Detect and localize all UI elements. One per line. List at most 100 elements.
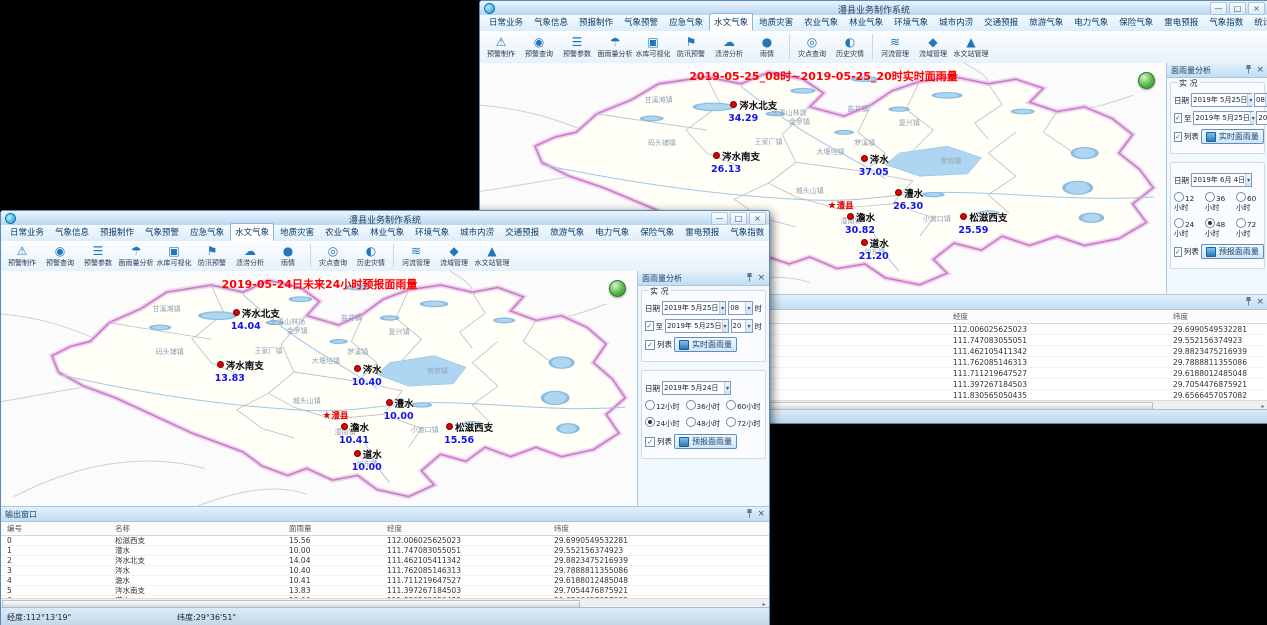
start-hour-select[interactable]: 08 — [1254, 93, 1267, 107]
tab-insurance-weather[interactable]: 保险气象 — [635, 223, 679, 241]
tab-forestry-weather[interactable]: 林业气象 — [844, 13, 888, 31]
toolbar-item-warning-params[interactable]: ☰预警参数 — [558, 31, 596, 63]
tab-geo-disaster[interactable]: 地质灾害 — [275, 223, 319, 241]
toolbar-item-flood-warning[interactable]: ⚑防汛预警 — [193, 241, 231, 271]
toolbar-item-warning-query[interactable]: ◉预警查询 — [41, 241, 79, 271]
end-checkbox[interactable] — [645, 321, 654, 331]
tab-weather-info[interactable]: 气象信息 — [50, 223, 94, 241]
start-date-select[interactable]: 2019年 5月25日 — [662, 301, 726, 315]
list-checkbox[interactable] — [645, 340, 655, 350]
tab-weather-warning[interactable]: 气象预警 — [619, 13, 663, 31]
list-checkbox[interactable] — [1174, 132, 1182, 142]
radio-option[interactable]: 48小时 — [1205, 218, 1230, 239]
radio-option[interactable]: 24小时 — [645, 417, 680, 429]
toolbar-item-disaster-history[interactable]: ◐历史灾情 — [352, 241, 390, 271]
tab-geo-disaster[interactable]: 地质灾害 — [754, 13, 798, 31]
toolbar-item-flood-warning[interactable]: ⚑防汛预警 — [672, 31, 710, 63]
radio-option[interactable]: 60小时 — [726, 400, 761, 412]
toolbar-item-disaster-point-query[interactable]: ◎灾点查询 — [314, 241, 352, 271]
toolbar-item-basin-manage[interactable]: ◆流域管理 — [914, 31, 952, 63]
tab-tourism-weather[interactable]: 旅游气象 — [1024, 13, 1068, 31]
end-hour-select[interactable]: 20 — [731, 319, 753, 333]
tab-urban-flood[interactable]: 城市内涝 — [455, 223, 499, 241]
radio-icon[interactable] — [726, 400, 736, 410]
toolbar-item-basin-manage[interactable]: ◆流域管理 — [435, 241, 473, 271]
toolbar-item-waterlog-analysis[interactable]: ☁渍涝分析 — [710, 31, 748, 63]
list-checkbox[interactable] — [1174, 247, 1182, 257]
toolbar-item-hydrostation-manage[interactable]: ▲水文站管理 — [473, 241, 511, 271]
radio-option[interactable]: 36小时 — [1205, 192, 1230, 213]
end-hour-select[interactable]: 20 — [1256, 111, 1267, 125]
pin-icon[interactable] — [1245, 297, 1252, 306]
radio-option[interactable]: 48小时 — [686, 417, 721, 429]
forecast-date-select[interactable]: 2019年 6月 4日 — [1191, 173, 1252, 187]
tab-weather-warning[interactable]: 气象预警 — [140, 223, 184, 241]
tab-agri-weather[interactable]: 农业气象 — [799, 13, 843, 31]
close-icon[interactable]: × — [1256, 66, 1264, 75]
radio-icon[interactable] — [1236, 192, 1246, 202]
toolbar-item-warning-make[interactable]: ⚠预警制作 — [3, 241, 41, 271]
tab-hydro-weather[interactable]: 水文气象 — [230, 223, 274, 241]
realtime-rain-button[interactable]: 实时面雨量 — [1201, 129, 1264, 144]
toolbar-item-waterlog-analysis[interactable]: ☁渍涝分析 — [231, 241, 269, 271]
tab-urban-flood[interactable]: 城市内涝 — [934, 13, 978, 31]
tab-insurance-weather[interactable]: 保险气象 — [1114, 13, 1158, 31]
toolbar-item-warning-params[interactable]: ☰预警参数 — [79, 241, 117, 271]
tab-weather-index[interactable]: 气象指数 — [1204, 13, 1248, 31]
radio-icon[interactable] — [1236, 218, 1246, 228]
toolbar-item-rain-info[interactable]: ●雨情 — [748, 31, 786, 63]
radio-icon[interactable] — [645, 400, 655, 410]
tab-forecast-make[interactable]: 预报制作 — [95, 223, 139, 241]
toolbar-item-area-rain-analysis[interactable]: ☂面雨量分析 — [596, 31, 634, 63]
tab-traffic-forecast[interactable]: 交通预报 — [979, 13, 1023, 31]
tab-hydro-weather[interactable]: 水文气象 — [709, 13, 753, 31]
pin-icon[interactable] — [746, 273, 753, 282]
realtime-rain-button[interactable]: 实时面雨量 — [674, 337, 737, 352]
tab-emergency-weather[interactable]: 应急气象 — [664, 13, 708, 31]
radio-option[interactable]: 60小时 — [1236, 192, 1261, 213]
radio-option[interactable]: 12小时 — [645, 400, 680, 412]
tab-stats-manage[interactable]: 统计管理 — [1249, 13, 1267, 31]
pin-icon[interactable] — [1245, 65, 1252, 74]
tab-forestry-weather[interactable]: 林业气象 — [365, 223, 409, 241]
forecast-date-select[interactable]: 2019年 5月24日 — [662, 381, 731, 395]
radio-icon[interactable] — [686, 417, 696, 427]
radio-option[interactable]: 72小时 — [1236, 218, 1261, 239]
radio-icon[interactable] — [645, 417, 655, 427]
toolbar-item-disaster-point-query[interactable]: ◎灾点查询 — [793, 31, 831, 63]
radio-icon[interactable] — [726, 417, 736, 427]
tab-weather-info[interactable]: 气象信息 — [529, 13, 573, 31]
toolbar-item-warning-make[interactable]: ⚠预警制作 — [482, 31, 520, 63]
radio-icon[interactable] — [1174, 218, 1184, 228]
toolbar-item-hydrostation-manage[interactable]: ▲水文站管理 — [952, 31, 990, 63]
close-icon[interactable]: × — [1256, 298, 1264, 307]
start-date-select[interactable]: 2019年 5月25日 — [1191, 93, 1252, 107]
tab-traffic-forecast[interactable]: 交通预报 — [500, 223, 544, 241]
map-action-button[interactable] — [609, 280, 626, 297]
end-date-select[interactable]: 2019年 5月25日 — [665, 319, 728, 333]
close-icon[interactable]: × — [757, 510, 765, 519]
start-hour-select[interactable]: 08 — [728, 301, 752, 315]
tab-weather-index[interactable]: 气象指数 — [725, 223, 769, 241]
radio-option[interactable]: 12小时 — [1174, 192, 1199, 213]
tab-tourism-weather[interactable]: 旅游气象 — [545, 223, 589, 241]
close-icon[interactable]: × — [757, 274, 765, 283]
forecast-rain-button[interactable]: 预报面雨量 — [1201, 244, 1264, 259]
radio-icon[interactable] — [1205, 192, 1215, 202]
tab-env-weather[interactable]: 环境气象 — [410, 223, 454, 241]
radio-option[interactable]: 72小时 — [726, 417, 761, 429]
tab-power-weather[interactable]: 电力气象 — [1069, 13, 1113, 31]
radio-icon[interactable] — [1205, 218, 1215, 228]
list-checkbox[interactable] — [645, 437, 655, 447]
end-checkbox[interactable] — [1174, 113, 1182, 123]
tab-lightning-forecast[interactable]: 雷电预报 — [680, 223, 724, 241]
map-action-button[interactable] — [1138, 72, 1155, 89]
tab-agri-weather[interactable]: 农业气象 — [320, 223, 364, 241]
toolbar-item-rain-info[interactable]: ●雨情 — [269, 241, 307, 271]
tab-daily[interactable]: 日常业务 — [484, 13, 528, 31]
tab-power-weather[interactable]: 电力气象 — [590, 223, 634, 241]
toolbar-item-river-manage[interactable]: ≋河流管理 — [876, 31, 914, 63]
tab-lightning-forecast[interactable]: 雷电预报 — [1159, 13, 1203, 31]
radio-icon[interactable] — [686, 400, 696, 410]
radio-option[interactable]: 36小时 — [686, 400, 721, 412]
